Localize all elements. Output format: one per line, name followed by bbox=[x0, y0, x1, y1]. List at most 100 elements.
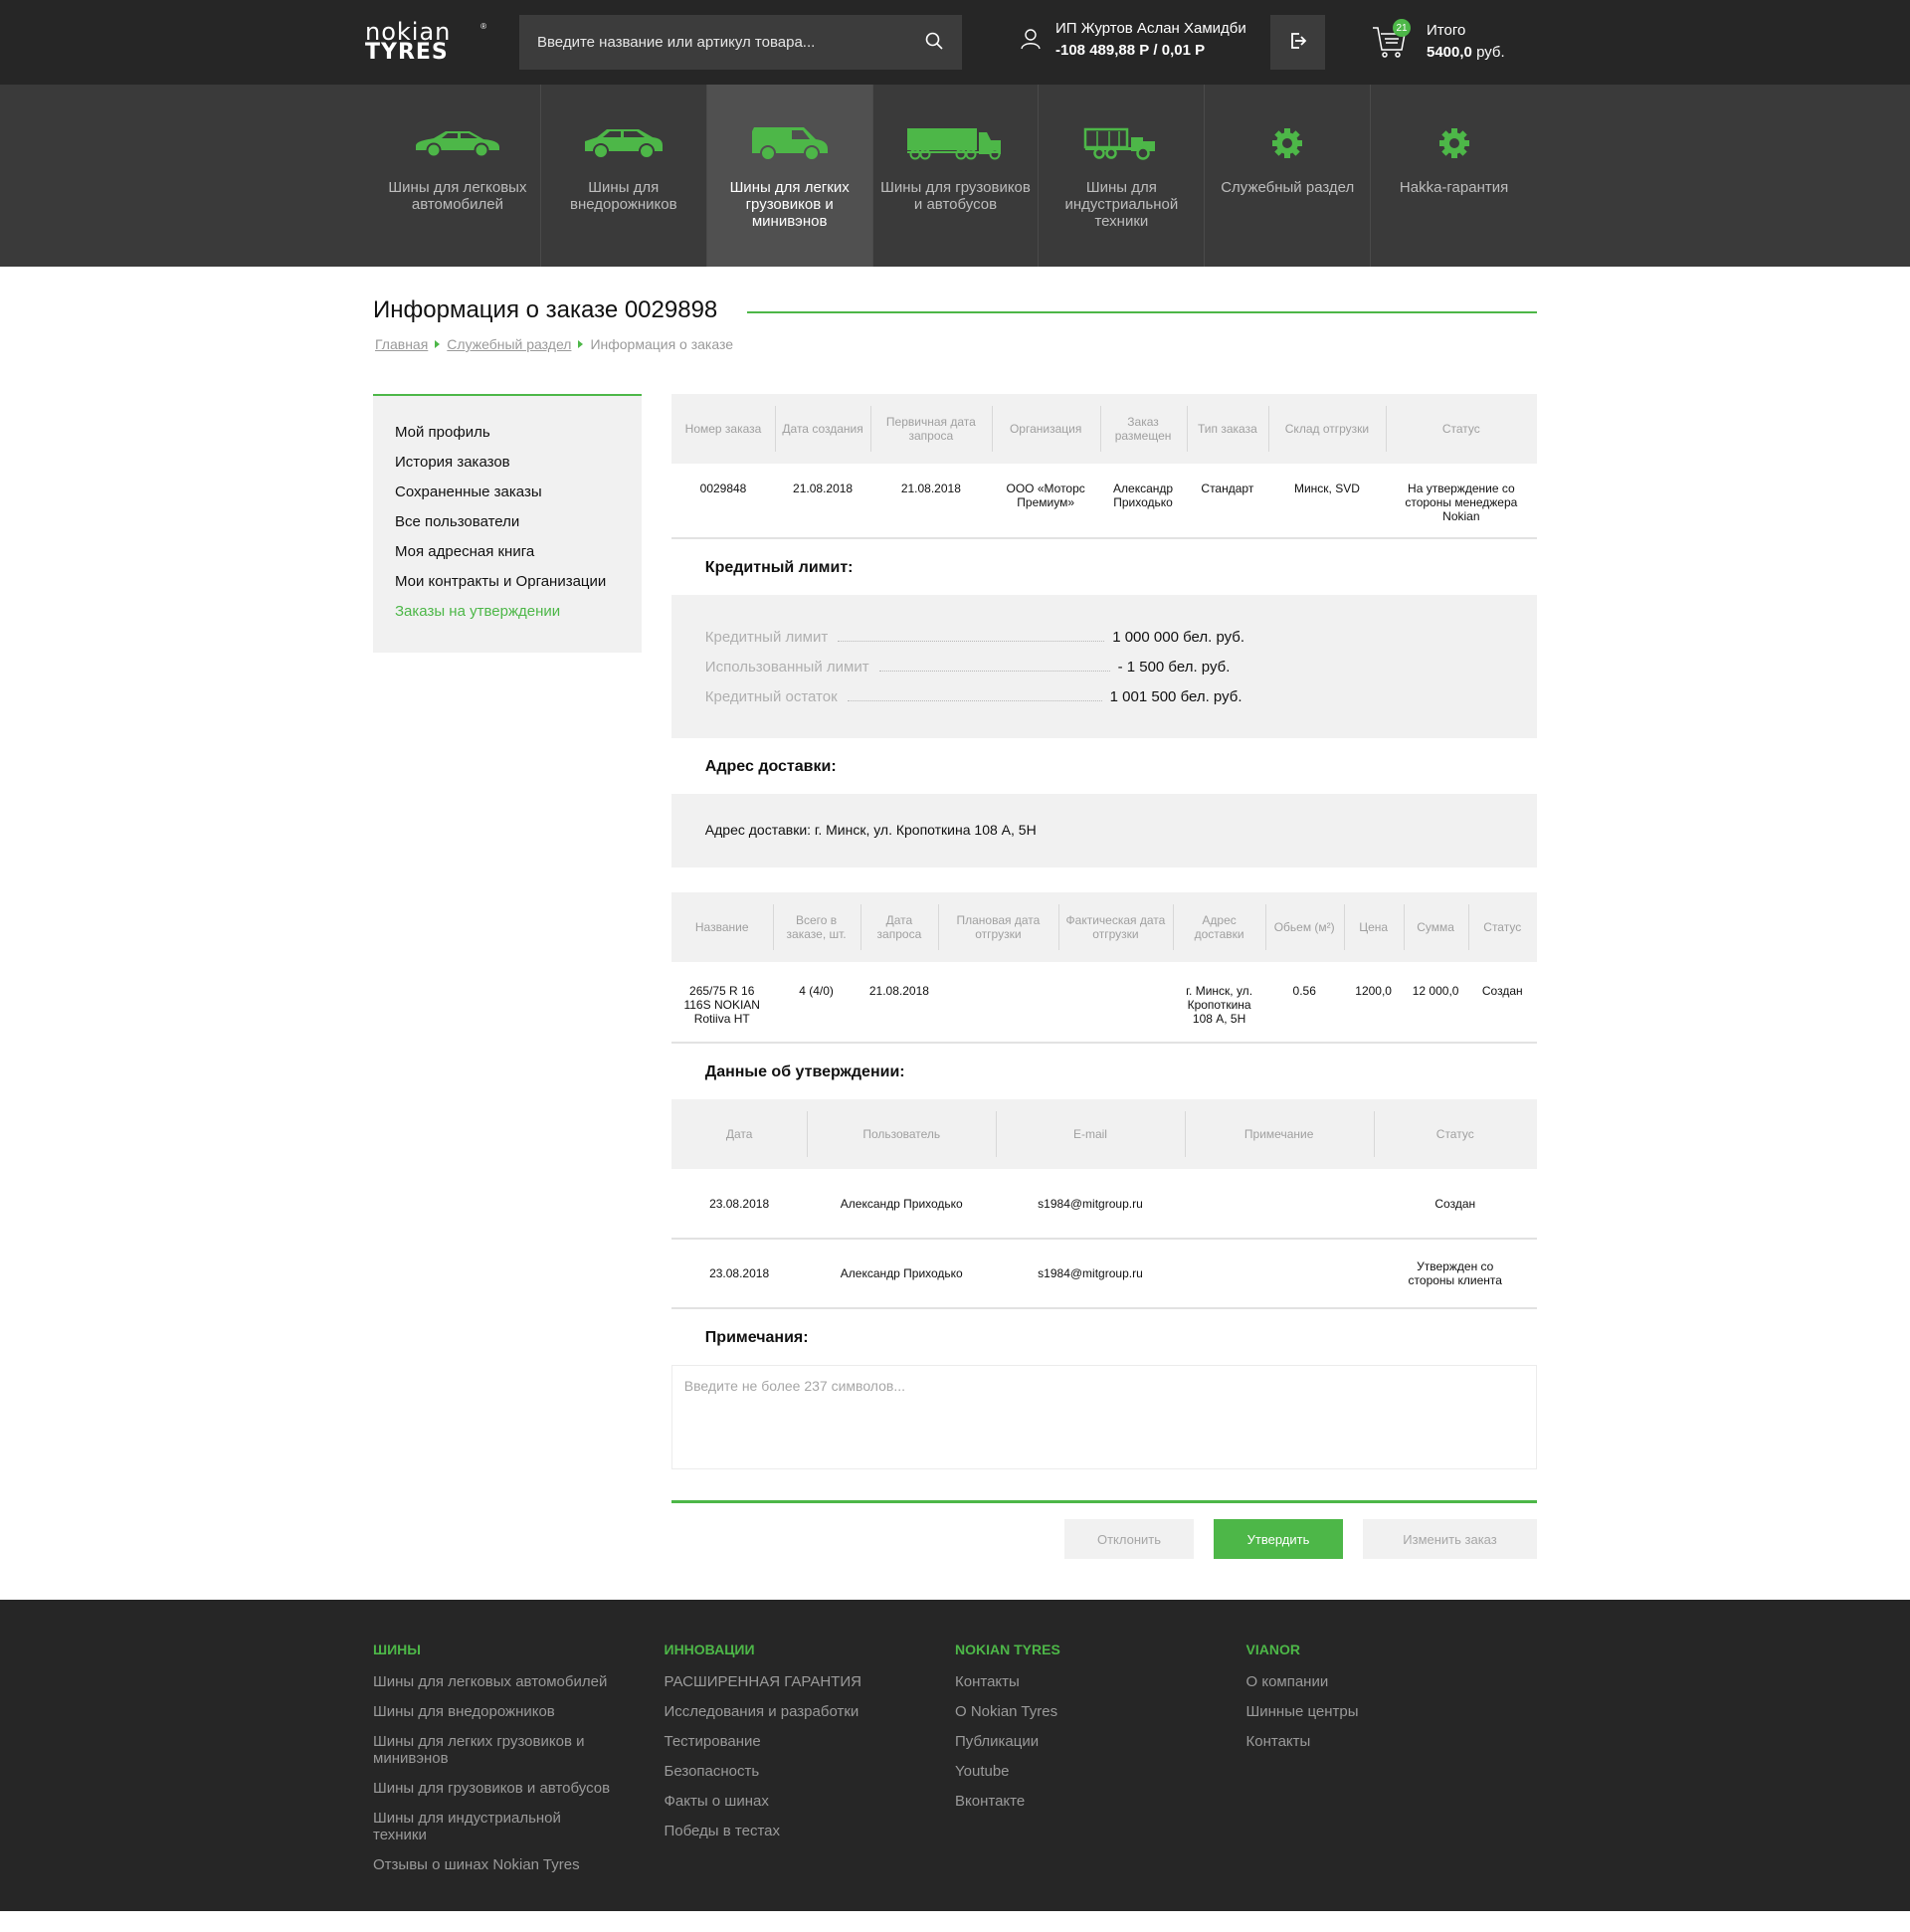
placed-by: Александр Приходько bbox=[1113, 482, 1174, 509]
notes-textarea[interactable] bbox=[670, 1365, 1537, 1469]
truck-icon bbox=[906, 122, 1005, 164]
account-sidebar: Мой профиль История заказов Сохраненные … bbox=[373, 394, 642, 653]
dotted-leader bbox=[847, 700, 1102, 701]
footer-link[interactable]: Шины для индустриальной техники bbox=[373, 1810, 612, 1843]
edit-order-button[interactable]: Изменить заказ bbox=[1363, 1519, 1537, 1559]
delivery-address-panel: Адрес доставки: г. Минск, ул. Кропоткина… bbox=[670, 794, 1537, 868]
cart[interactable]: 21 Итого 5400,0 руб. bbox=[1371, 19, 1505, 64]
category-industrial[interactable]: Шины для индустриальной техники bbox=[1039, 85, 1206, 267]
footer-column-title: VIANOR bbox=[1245, 1642, 1300, 1657]
footer-link[interactable]: О Nokian Tyres bbox=[955, 1703, 1194, 1720]
column-header: Организация bbox=[991, 394, 1100, 464]
footer-link[interactable]: Шинные центры bbox=[1246, 1703, 1485, 1720]
table-row: 23.08.2018 Александр Приходько s1984@mit… bbox=[670, 1239, 1537, 1308]
sidebar-item-address-book[interactable]: Моя адресная книга bbox=[395, 537, 620, 567]
footer-link[interactable]: Безопасность bbox=[665, 1763, 903, 1780]
item-quantity: 4 (4/0) bbox=[799, 984, 834, 998]
category-light-trucks[interactable]: Шины для легких грузовиков и минивэнов bbox=[706, 85, 873, 267]
footer-link[interactable]: РАСШИРЕННАЯ ГАРАНТИЯ bbox=[665, 1673, 903, 1690]
reject-button[interactable]: Отклонить bbox=[1064, 1519, 1194, 1559]
footer-column-nokian-tyres: NOKIAN TYRES Контакты О Nokian Tyres Пуб… bbox=[955, 1642, 1246, 1886]
footer-link[interactable]: Исследования и разработки bbox=[665, 1703, 903, 1720]
category-service-section[interactable]: Служебный раздел bbox=[1205, 85, 1372, 267]
footer-link[interactable]: Контакты bbox=[1246, 1733, 1485, 1750]
category-passenger-cars[interactable]: Шины для легковых автомобилей bbox=[375, 85, 541, 267]
table-row: 0029848 21.08.2018 21.08.2018 ООО «Мотор… bbox=[670, 464, 1537, 538]
order-details: Номер заказа Дата создания Первичная дат… bbox=[670, 394, 1537, 1559]
category-label: Шины для грузовиков и автобусов bbox=[880, 179, 1031, 213]
footer-link[interactable]: Шины для внедорожников bbox=[373, 1703, 612, 1720]
gear-icon bbox=[1438, 122, 1470, 164]
breadcrumb-separator-icon bbox=[435, 340, 441, 348]
approval-status: Создан bbox=[1434, 1196, 1476, 1211]
approval-user: Александр Приходько bbox=[840, 1266, 963, 1280]
search-icon[interactable] bbox=[924, 31, 944, 54]
footer-link[interactable]: О компании bbox=[1246, 1673, 1485, 1690]
column-header: Сумма bbox=[1403, 892, 1468, 962]
credit-label: Кредитный остаток bbox=[704, 688, 838, 705]
top-header: nokian TYRES ® ИП Журтов Аслан Хамидби -… bbox=[0, 0, 1910, 85]
table-row: 23.08.2018 Александр Приходько s1984@mit… bbox=[670, 1169, 1537, 1239]
column-header: Фактическая дата отгрузки bbox=[1057, 892, 1174, 962]
cart-icon: 21 bbox=[1371, 19, 1411, 60]
sidebar-item-my-profile[interactable]: Мой профиль bbox=[395, 418, 620, 448]
category-label: Шины для легковых автомобилей bbox=[388, 179, 527, 213]
credit-label: Использованный лимит bbox=[704, 659, 869, 676]
approval-date: 23.08.2018 bbox=[709, 1196, 770, 1211]
footer-column-title: ИННОВАЦИИ bbox=[664, 1642, 755, 1657]
category-trucks-buses[interactable]: Шины для грузовиков и автобусов bbox=[873, 85, 1040, 267]
footer-link[interactable]: Отзывы о шинах Nokian Tyres bbox=[373, 1856, 612, 1873]
sidebar-item-pending-approval[interactable]: Заказы на утверждении bbox=[395, 597, 620, 627]
column-header: Цена bbox=[1343, 892, 1404, 962]
breadcrumb-separator-icon bbox=[578, 340, 584, 348]
logo-wordmark-bottom: TYRES bbox=[365, 40, 449, 65]
breadcrumb-service-section[interactable]: Служебный раздел bbox=[447, 336, 571, 352]
footer: ШИНЫ Шины для легковых автомобилей Шины … bbox=[0, 1600, 1910, 1911]
footer-column-vianor: VIANOR О компании Шинные центры Контакты bbox=[1246, 1642, 1538, 1886]
footer-link[interactable]: Победы в тестах bbox=[665, 1823, 903, 1839]
sidebar-item-contracts[interactable]: Мои контракты и Организации bbox=[395, 567, 620, 597]
credit-value: 1 000 000 бел. руб. bbox=[1112, 629, 1245, 646]
credit-row: Кредитный лимит 1 000 000 бел. руб. bbox=[705, 623, 1503, 653]
column-header: Статус bbox=[1385, 394, 1537, 464]
sidebar-item-order-history[interactable]: История заказов bbox=[395, 448, 620, 478]
column-header: E-mail bbox=[996, 1099, 1185, 1169]
footer-link[interactable]: Тестирование bbox=[665, 1733, 903, 1750]
footer-link[interactable]: Вконтакте bbox=[955, 1793, 1194, 1810]
category-hakka-warranty[interactable]: Hakka-гарантия bbox=[1371, 85, 1537, 267]
logout-button[interactable] bbox=[1270, 15, 1325, 70]
footer-link[interactable]: Контакты bbox=[955, 1673, 1194, 1690]
footer-link[interactable]: Шины для легких грузовиков и минивэнов bbox=[373, 1733, 612, 1767]
van-icon bbox=[750, 122, 830, 164]
footer-link[interactable]: Шины для грузовиков и автобусов bbox=[373, 1780, 612, 1797]
column-header: Дата bbox=[670, 1099, 808, 1169]
footer-link[interactable]: Youtube bbox=[955, 1763, 1194, 1780]
order-type: Стандарт bbox=[1201, 482, 1254, 495]
column-header: Заказ размещен bbox=[1099, 394, 1187, 464]
user-icon bbox=[1020, 28, 1055, 53]
credit-limit-heading: Кредитный лимит: bbox=[704, 559, 854, 576]
footer-link[interactable]: Публикации bbox=[955, 1733, 1194, 1750]
breadcrumb: Главная Служебный раздел Информация о за… bbox=[373, 336, 1537, 352]
credit-row: Использованный лимит - 1 500 бел. руб. bbox=[705, 653, 1503, 682]
page-title: Информация о заказе 0029898 bbox=[373, 296, 718, 323]
footer-link[interactable]: Шины для легковых автомобилей bbox=[373, 1673, 612, 1690]
footer-column-tyres: ШИНЫ Шины для легковых автомобилей Шины … bbox=[373, 1642, 665, 1886]
item-request-date: 21.08.2018 bbox=[868, 984, 929, 998]
sidebar-item-all-users[interactable]: Все пользователи bbox=[395, 507, 620, 537]
nokian-tyres-logo[interactable]: nokian TYRES ® bbox=[365, 20, 486, 65]
cart-count-badge: 21 bbox=[1393, 19, 1411, 37]
column-header: Первичная дата запроса bbox=[869, 394, 992, 464]
approval-note bbox=[1185, 1169, 1374, 1239]
breadcrumb-home[interactable]: Главная bbox=[375, 336, 428, 352]
column-header: Плановая дата отгрузки bbox=[938, 892, 1058, 962]
user-account[interactable]: ИП Журтов Аслан Хамидби -108 489,88 Р / … bbox=[1020, 18, 1246, 62]
organization: ООО «Моторс Премиум» bbox=[1006, 482, 1085, 509]
search-input[interactable] bbox=[537, 34, 924, 51]
breadcrumb-current: Информация о заказе bbox=[590, 336, 734, 352]
approval-email: s1984@mitgroup.ru bbox=[1038, 1196, 1143, 1211]
sidebar-item-saved-orders[interactable]: Сохраненные заказы bbox=[395, 478, 620, 507]
footer-link[interactable]: Факты о шинах bbox=[665, 1793, 903, 1810]
category-suv[interactable]: Шины для внедорожников bbox=[541, 85, 707, 267]
approve-button[interactable]: Утвердить bbox=[1214, 1519, 1343, 1559]
